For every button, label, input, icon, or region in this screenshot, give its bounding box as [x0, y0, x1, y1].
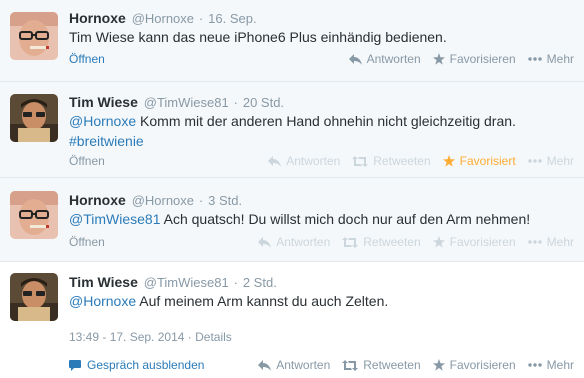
mention-link[interactable]: @TimWiese81	[69, 211, 161, 227]
star-icon	[442, 155, 455, 167]
tweet-focused[interactable]: Tim Wiese @TimWiese81 · 2 Std. @Hornoxe …	[0, 262, 584, 378]
reply-icon	[258, 359, 272, 371]
reply-icon	[258, 236, 272, 248]
more-button[interactable]: Mehr	[527, 52, 574, 66]
tweet[interactable]: Hornoxe @Hornoxe · 16. Sep. Tim Wiese ka…	[0, 0, 584, 82]
retweet-button[interactable]: Retweeten	[352, 154, 431, 168]
hide-conversation-link[interactable]: Gespräch ausblenden	[69, 358, 204, 372]
reply-label: Antworten	[276, 235, 331, 249]
more-button[interactable]: Mehr	[527, 358, 574, 372]
tweet-time[interactable]: 20 Std.	[243, 95, 284, 110]
tweet-actions: Antworten Retweeten Favorisieren Mehr	[246, 358, 574, 372]
reply-icon	[268, 155, 282, 167]
avatar-hornoxe[interactable]	[10, 12, 58, 60]
tweet-time[interactable]: 2 Std.	[243, 275, 277, 290]
star-icon	[432, 53, 445, 65]
reply-button[interactable]: Antworten	[258, 235, 330, 249]
avatar-hornoxe[interactable]	[10, 191, 58, 239]
retweet-button[interactable]: Retweeten	[342, 358, 421, 372]
tweet-text: @Hornoxe Auf meinem Arm kannst du auch Z…	[69, 291, 569, 311]
author-name[interactable]: Hornoxe	[69, 192, 126, 208]
tweet-text: @Hornoxe Komm mit der anderen Hand ohneh…	[69, 111, 569, 151]
avatar-timwiese[interactable]	[10, 273, 58, 321]
favorite-button[interactable]: Favorisieren	[432, 52, 516, 66]
more-button[interactable]: Mehr	[527, 154, 574, 168]
author-username[interactable]: @TimWiese81	[144, 95, 229, 110]
retweet-icon	[352, 155, 369, 167]
tweet-time[interactable]: 16. Sep.	[208, 11, 256, 26]
mention-link[interactable]: @Hornoxe	[69, 293, 136, 309]
more-label: Mehr	[546, 235, 574, 249]
more-icon	[527, 240, 542, 244]
favorite-button[interactable]: Favorisieren	[432, 235, 516, 249]
star-icon	[432, 359, 445, 371]
expand-link[interactable]: Öffnen	[69, 52, 105, 66]
tweet-timestamp: 13:49 - 17. Sep. 2014	[69, 330, 185, 344]
tweet-text-body: Komm mit der anderen Hand ohnehin nicht …	[136, 113, 516, 129]
author-name[interactable]: Hornoxe	[69, 10, 126, 26]
author-username[interactable]: @TimWiese81	[144, 275, 229, 290]
tweet[interactable]: Hornoxe @Hornoxe · 3 Std. @TimWiese81 Ac…	[0, 178, 584, 262]
reply-button[interactable]: Antworten	[268, 154, 340, 168]
author-username[interactable]: @Hornoxe	[132, 11, 194, 26]
tweet-text-body: Auf meinem Arm kannst du auch Zelten.	[136, 293, 389, 309]
reply-button[interactable]: Antworten	[258, 358, 330, 372]
expand-link[interactable]: Öffnen	[69, 235, 105, 249]
author-name[interactable]: Tim Wiese	[69, 274, 138, 290]
tweet-actions: Antworten Favorisieren Mehr	[337, 52, 574, 66]
more-label: Mehr	[546, 154, 574, 168]
mention-link[interactable]: @Hornoxe	[69, 113, 136, 129]
more-icon	[527, 57, 542, 61]
retweet-icon	[342, 236, 359, 248]
more-label: Mehr	[546, 52, 574, 66]
favorite-button[interactable]: Favorisiert	[442, 154, 516, 168]
hide-conversation-label: Gespräch ausblenden	[87, 358, 205, 372]
retweet-label: Retweeten	[363, 358, 421, 372]
more-icon	[527, 159, 542, 163]
reply-button[interactable]: Antworten	[348, 52, 421, 66]
expand-link[interactable]: Öffnen	[69, 154, 105, 168]
reply-label: Antworten	[366, 52, 421, 66]
more-label: Mehr	[546, 358, 574, 372]
avatar-timwiese[interactable]	[10, 94, 58, 142]
separator-dot: ·	[198, 193, 204, 208]
tweet-text: @TimWiese81 Ach quatsch! Du willst mich …	[69, 209, 569, 229]
reply-label: Antworten	[276, 358, 331, 372]
tweet-actions: Antworten Retweeten Favorisiert Mehr	[256, 154, 574, 168]
tweet-timestamp-details: 13:49 - 17. Sep. 2014 · Details	[69, 330, 232, 344]
author-name[interactable]: Tim Wiese	[69, 94, 138, 110]
retweet-label: Retweeten	[373, 154, 431, 168]
tweet-text-body: Tim Wiese kann das neue iPhone6 Plus ein…	[69, 29, 447, 45]
conversation-icon	[69, 359, 81, 371]
hashtag-link[interactable]: #breitwienie	[69, 133, 144, 149]
tweet-text: Tim Wiese kann das neue iPhone6 Plus ein…	[69, 27, 569, 47]
more-button[interactable]: Mehr	[527, 235, 574, 249]
retweet-button[interactable]: Retweeten	[342, 235, 421, 249]
retweet-icon	[342, 359, 359, 371]
separator-dot: ·	[198, 11, 204, 26]
favorite-label: Favorisieren	[449, 358, 516, 372]
favorite-label: Favorisieren	[449, 235, 516, 249]
more-icon	[527, 363, 542, 367]
tweet-text-body: Ach quatsch! Du willst mich doch nur auf…	[160, 211, 531, 227]
separator-dot: ·	[233, 95, 238, 110]
star-icon	[432, 236, 445, 248]
favorite-button[interactable]: Favorisieren	[432, 358, 516, 372]
reply-icon	[348, 53, 362, 65]
author-username[interactable]: @Hornoxe	[132, 193, 194, 208]
favorite-label: Favorisieren	[449, 52, 516, 66]
separator-dot: ·	[233, 275, 238, 290]
tweet-time[interactable]: 3 Std.	[208, 193, 242, 208]
retweet-label: Retweeten	[363, 235, 421, 249]
reply-label: Antworten	[286, 154, 341, 168]
tweet[interactable]: Tim Wiese @TimWiese81 · 20 Std. @Hornoxe…	[0, 82, 584, 178]
tweet-actions: Antworten Retweeten Favorisieren Mehr	[246, 235, 574, 249]
favorite-label: Favorisiert	[459, 154, 516, 168]
details-link[interactable]: Details	[195, 330, 232, 344]
